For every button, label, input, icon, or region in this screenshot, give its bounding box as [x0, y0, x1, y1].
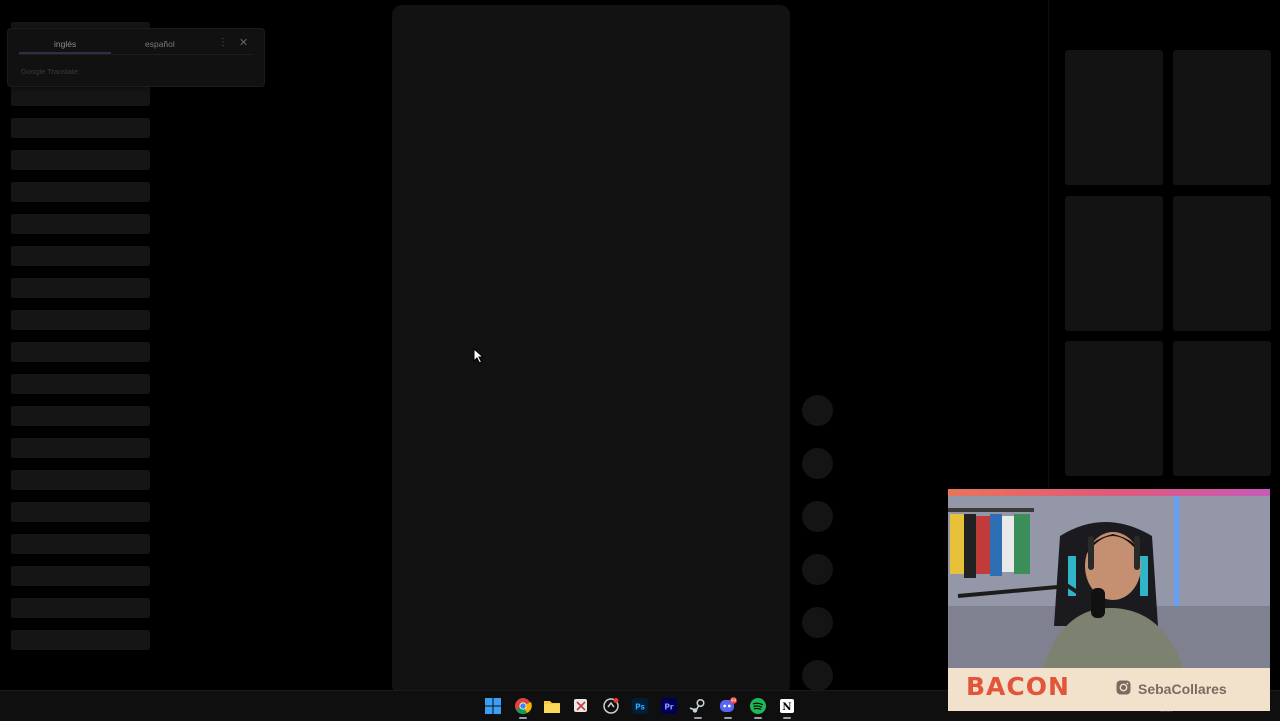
skeleton-row: [11, 278, 150, 298]
side-action-button[interactable]: [802, 660, 833, 691]
brand-logo: BACON: [966, 672, 1070, 701]
skeleton-row: [11, 438, 150, 458]
tab-divider: [19, 54, 253, 55]
skeleton-row: [11, 182, 150, 202]
active-indicator: [754, 717, 762, 719]
skeleton-row: [11, 374, 150, 394]
photoshop-icon[interactable]: Ps: [631, 697, 649, 715]
webcam-accent-bar: [948, 489, 1270, 496]
skeleton-row: [11, 342, 150, 362]
skeleton-row: [11, 534, 150, 554]
skeleton-row: [11, 566, 150, 586]
active-indicator: [724, 717, 732, 719]
skeleton-row: [11, 86, 150, 106]
side-action-button[interactable]: [802, 395, 833, 426]
tab-target-language[interactable]: español: [145, 39, 175, 49]
grid-card[interactable]: [1065, 341, 1163, 476]
skeleton-row: [11, 470, 150, 490]
instagram-icon: [1116, 680, 1131, 695]
grid-card[interactable]: [1173, 196, 1271, 331]
close-icon[interactable]: ✕: [239, 36, 248, 49]
svg-text:Pr: Pr: [664, 703, 673, 712]
davinci-icon[interactable]: [602, 697, 620, 715]
translate-footer: Google Translate: [21, 67, 79, 76]
tab-source-language[interactable]: inglés: [54, 39, 76, 49]
social-handle: SebaCollares: [1138, 681, 1227, 697]
grid-card[interactable]: [1065, 196, 1163, 331]
side-action-button[interactable]: [802, 448, 833, 479]
file-explorer-icon[interactable]: [543, 697, 561, 715]
notion-icon[interactable]: N: [778, 697, 796, 715]
snipping-tool-icon[interactable]: [572, 697, 590, 715]
translate-popup: inglés español ⋮ ✕ Google Translate: [7, 28, 265, 87]
active-indicator: [519, 717, 527, 719]
windows-start-icon[interactable]: [484, 697, 502, 715]
skeleton-row: [11, 150, 150, 170]
chrome-icon[interactable]: [514, 697, 532, 715]
active-indicator: [694, 717, 702, 719]
grid-card[interactable]: [1065, 50, 1163, 185]
svg-text:Ps: Ps: [635, 703, 645, 712]
skeleton-row: [11, 406, 150, 426]
discord-badge: 99: [731, 698, 737, 703]
skeleton-row: [11, 598, 150, 618]
steam-icon[interactable]: [689, 697, 707, 715]
active-tab-indicator: [19, 52, 111, 54]
skeleton-row: [11, 630, 150, 650]
mouse-cursor-icon: [473, 348, 485, 364]
skeleton-row: [11, 502, 150, 522]
side-action-button[interactable]: [802, 607, 833, 638]
side-action-button[interactable]: [802, 554, 833, 585]
skeleton-row: [11, 118, 150, 138]
skeleton-row: [11, 310, 150, 330]
more-vert-icon[interactable]: ⋮: [218, 37, 228, 48]
webcam-overlay: BACON SebaCollares: [948, 489, 1270, 711]
discord-icon[interactable]: 99: [719, 697, 737, 715]
side-action-button[interactable]: [802, 501, 833, 532]
active-indicator: [783, 717, 791, 719]
spotify-icon[interactable]: [749, 697, 767, 715]
grid-card[interactable]: [1173, 50, 1271, 185]
premiere-icon[interactable]: Pr: [660, 697, 678, 715]
grid-card[interactable]: [1173, 341, 1271, 476]
skeleton-row: [11, 246, 150, 266]
webcam-video: [948, 496, 1270, 668]
svg-text:N: N: [782, 702, 791, 713]
panel-divider: [1048, 0, 1049, 490]
skeleton-row: [11, 214, 150, 234]
skeleton-list: [11, 22, 150, 662]
webcam-banner: BACON SebaCollares: [948, 668, 1270, 711]
content-panel: [392, 5, 790, 695]
